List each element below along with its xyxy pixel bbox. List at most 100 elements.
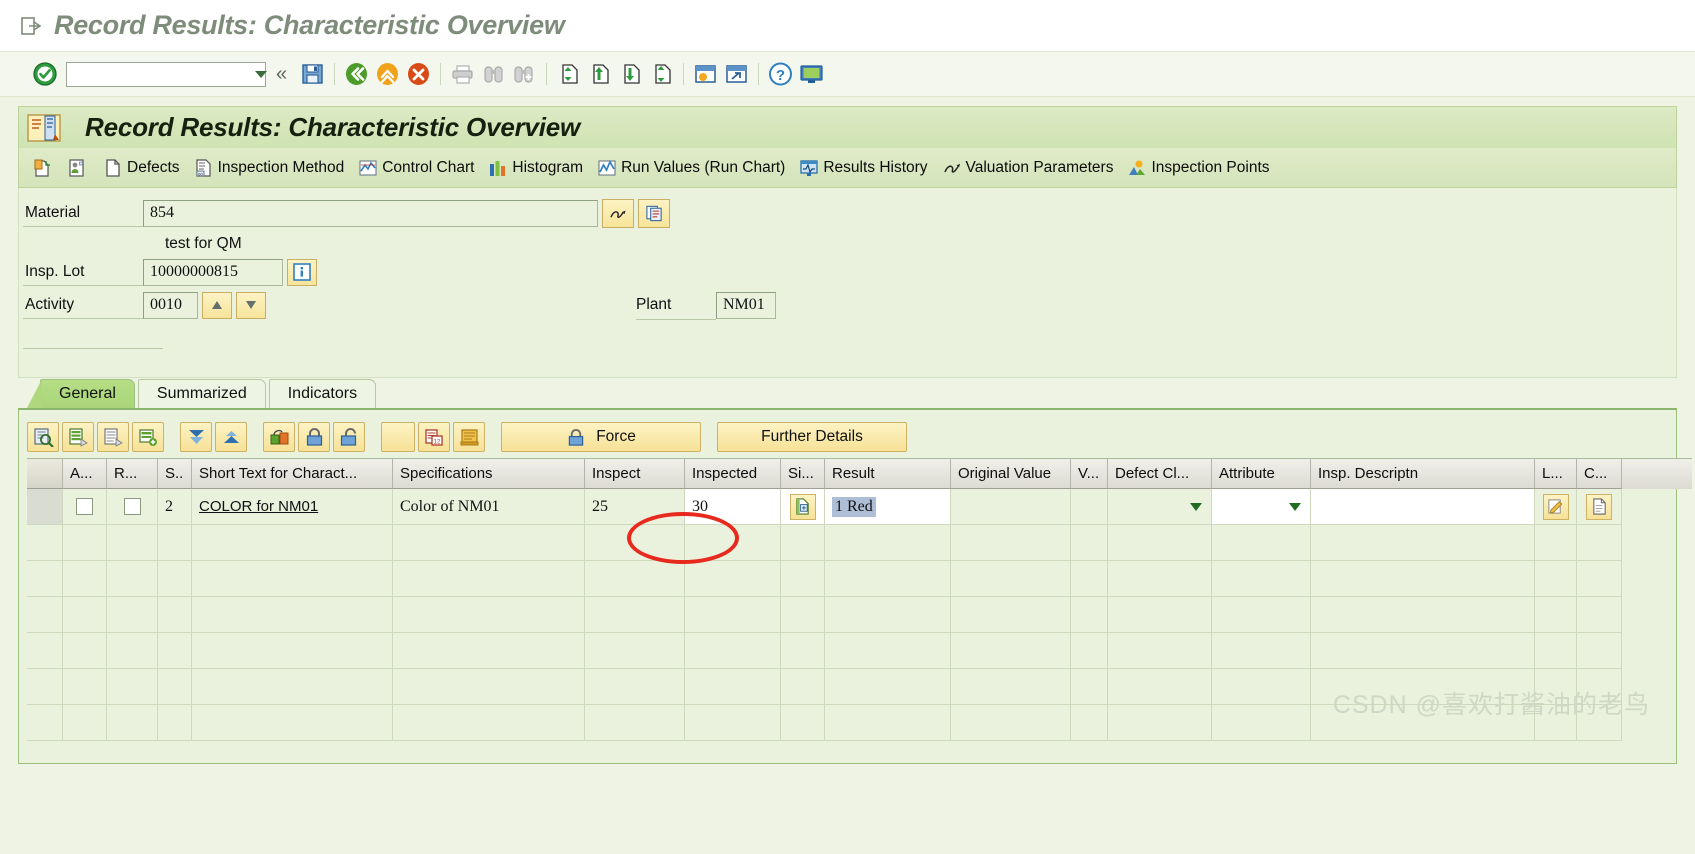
unlock-button[interactable] [333,422,365,452]
next-unvalued-button[interactable] [180,422,212,452]
col-header-attribute[interactable]: Attribute [1212,459,1311,489]
insp-lot-info-button[interactable] [287,258,317,286]
cell-a[interactable] [63,561,107,597]
cell-s[interactable] [158,705,192,741]
checkbox-r[interactable] [123,498,141,515]
cell-a[interactable] [63,597,107,633]
cell-shorttext[interactable] [192,597,393,633]
cell-specs[interactable] [393,705,585,741]
cell-origval[interactable] [951,705,1071,741]
first-page-button[interactable] [555,61,582,87]
col-header-r[interactable]: R... [107,459,158,489]
find-next-button[interactable] [511,61,538,87]
cell-inspected[interactable] [685,561,781,597]
cell-specs[interactable] [393,597,585,633]
cell-specs[interactable] [393,669,585,705]
col-header-l[interactable]: L... [1535,459,1577,489]
cell-origval[interactable] [951,597,1071,633]
command-field[interactable] [66,61,267,87]
cell-inspdesc[interactable] [1311,633,1535,669]
force-button[interactable]: Force [501,422,701,452]
cell-si[interactable] [781,561,825,597]
cell-r[interactable] [107,597,158,633]
cell-inspdesc[interactable] [1311,561,1535,597]
cell-defectcl[interactable] [1108,705,1212,741]
blank-button[interactable] [381,422,415,452]
insp-lot-field[interactable]: 10000000815 [143,258,283,286]
cell-v[interactable] [1071,489,1108,525]
cell-s[interactable] [158,525,192,561]
cell-specs[interactable] [393,525,585,561]
fb-create-icon[interactable] [29,152,61,184]
col-header-inspected[interactable]: Inspected [685,459,781,489]
cancel-button[interactable] [405,61,432,87]
material-field[interactable]: 854 [143,199,598,227]
cell-r[interactable] [107,489,158,525]
fb-results-history[interactable]: Results History [793,152,933,184]
col-header-origval[interactable]: Original Value [951,459,1071,489]
tab-general[interactable]: General [27,379,135,408]
cell-inspect[interactable] [585,669,685,705]
plant-field[interactable]: NM01 [716,291,776,319]
cell-shorttext[interactable] [192,633,393,669]
table-row[interactable] [27,633,1692,669]
cell-si[interactable] [781,669,825,705]
cell-l[interactable] [1535,597,1577,633]
cell-v[interactable] [1071,669,1108,705]
cell-c[interactable] [1577,561,1622,597]
cell-inspected[interactable] [685,597,781,633]
row-select-cell[interactable] [27,705,63,741]
cell-result[interactable] [825,525,951,561]
cell-c[interactable] [1577,489,1622,525]
pencil-icon[interactable] [1542,493,1569,520]
cell-a[interactable] [63,705,107,741]
row-select-cell[interactable] [27,489,63,525]
col-header-si[interactable]: Si... [781,459,825,489]
further-details-button[interactable]: Further Details [717,422,907,452]
cell-inspect[interactable] [585,597,685,633]
col-header-v[interactable]: V... [1071,459,1108,489]
cell-origval[interactable] [951,525,1071,561]
row-select-cell[interactable] [27,597,63,633]
print-button[interactable] [449,61,476,87]
cell-defectcl[interactable] [1108,525,1212,561]
cell-attribute[interactable] [1212,597,1311,633]
cell-defectcl[interactable] [1108,561,1212,597]
fb-inspection-points[interactable]: Inspection Points [1121,152,1275,184]
cell-inspect[interactable] [585,525,685,561]
cell-l[interactable] [1535,489,1577,525]
col-header-inspect[interactable]: Inspect [585,459,685,489]
cell-s[interactable] [158,597,192,633]
green-check-icon[interactable] [32,61,58,87]
col-header-shorttext[interactable]: Short Text for Charact... [192,459,393,489]
cell-attribute[interactable] [1212,669,1311,705]
cell-shorttext[interactable] [192,561,393,597]
cell-attribute[interactable] [1212,705,1311,741]
fb-histogram[interactable]: Histogram [482,152,589,184]
material-valuation-button[interactable] [602,198,634,228]
cell-v[interactable] [1071,597,1108,633]
characteristic-link[interactable]: COLOR for NM01 [199,498,318,515]
cell-result[interactable] [825,669,951,705]
next-page-button[interactable] [617,61,644,87]
fb-person-icon[interactable] [63,152,95,184]
fb-control-chart[interactable]: Control Chart [352,152,480,184]
row-select-cell[interactable] [27,525,63,561]
cell-a[interactable] [63,669,107,705]
cell-inspdesc[interactable] [1311,489,1535,525]
cell-result[interactable] [825,597,951,633]
cell-result[interactable] [825,633,951,669]
table-row[interactable] [27,597,1692,633]
cell-defectcl[interactable] [1108,489,1212,525]
delete-row-button[interactable] [97,422,129,452]
cell-attribute[interactable] [1212,561,1311,597]
cell-inspected[interactable]: 30 [685,489,781,525]
cell-si[interactable] [781,489,825,525]
insert-row-button[interactable] [62,422,94,452]
fb-defects[interactable]: Defects [97,152,186,184]
fb-valuation-parameters[interactable]: Valuation Parameters [936,152,1120,184]
row-select-cell[interactable] [27,669,63,705]
cell-inspected[interactable] [685,705,781,741]
cell-attribute[interactable] [1212,525,1311,561]
cell-inspect[interactable] [585,705,685,741]
